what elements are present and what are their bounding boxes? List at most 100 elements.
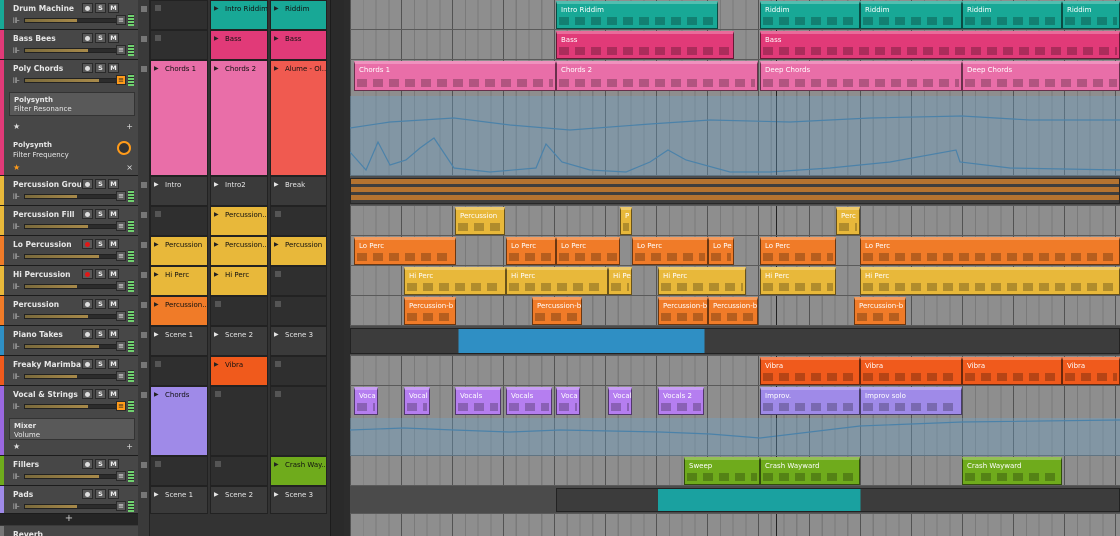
mute-button[interactable]: M [108, 489, 119, 499]
play-icon[interactable]: ▶ [154, 65, 159, 72]
poly-modulator-panel[interactable]: Polysynth Filter Resonance [9, 92, 135, 116]
arranger-timeline[interactable]: Intro Riddim Riddim Riddim Riddim Riddim Bass… [350, 0, 1120, 536]
stop-button[interactable] [141, 242, 147, 248]
solo-button[interactable]: S [95, 389, 106, 399]
play-icon[interactable]: ▶ [274, 461, 279, 468]
track-menu-button[interactable]: ≡ [116, 281, 126, 291]
empty-slot[interactable] [150, 30, 208, 60]
play-icon[interactable]: ▶ [214, 35, 219, 42]
solo-button[interactable]: S [95, 63, 106, 73]
track-menu-button[interactable]: ≡ [116, 501, 126, 511]
star-icon[interactable]: ★ [13, 122, 20, 131]
arranger-clip[interactable]: Vocal [608, 387, 632, 415]
arranger-clip[interactable]: Lo Pe [708, 237, 734, 265]
arranger-clip[interactable]: Deep Chords [760, 61, 962, 91]
arranger-clip[interactable]: Riddim [860, 1, 962, 29]
track-menu-button[interactable]: ≡ [116, 471, 126, 481]
track-header[interactable]: Percussion S M ⊪ ≡ [0, 296, 138, 326]
track-menu-button[interactable]: ≡ [116, 191, 126, 201]
play-icon[interactable]: ▶ [274, 241, 279, 248]
empty-slot[interactable] [210, 296, 268, 326]
arranger-clip[interactable]: Percussion-b [708, 297, 758, 325]
track-menu-button[interactable]: ≡ [116, 75, 126, 85]
track-menu-button[interactable]: ≡ [116, 401, 126, 411]
mute-button[interactable]: M [108, 269, 119, 279]
mute-button[interactable]: M [108, 239, 119, 249]
arranger-clip[interactable]: Chords 2 [556, 61, 758, 91]
track-menu-button[interactable]: ≡ [116, 371, 126, 381]
play-icon[interactable]: ▶ [214, 241, 219, 248]
close-icon[interactable]: × [126, 163, 133, 172]
record-arm-button[interactable] [82, 63, 93, 73]
mute-button[interactable]: M [108, 209, 119, 219]
scene-slot[interactable]: ▶ Break [270, 176, 327, 206]
mute-button[interactable]: M [108, 179, 119, 189]
arranger-clip[interactable]: Percussion-b [532, 297, 582, 325]
star-icon[interactable]: ★ [13, 442, 20, 451]
empty-slot[interactable] [270, 386, 327, 456]
track-name[interactable]: Drum Machine [13, 4, 81, 13]
arranger-clip[interactable]: Hi Perc [860, 267, 1120, 295]
arranger-clip[interactable]: Vocals [455, 387, 501, 415]
scene-slot[interactable]: ▶ Scene 2 [210, 486, 268, 514]
track-header[interactable]: Lo Percussion S M ⊪ ≡ [0, 236, 138, 266]
stop-button[interactable] [141, 392, 147, 398]
record-arm-button[interactable] [82, 3, 93, 13]
scene-slot[interactable]: ▶ Intro [150, 176, 208, 206]
launcher-clip[interactable]: ▶ Bass [270, 30, 327, 60]
scene-slot[interactable]: ▶ Scene 1 [150, 326, 208, 356]
stop-button[interactable] [141, 462, 147, 468]
stop-button[interactable] [141, 36, 147, 42]
record-arm-button[interactable] [82, 33, 93, 43]
volume-fader[interactable] [24, 374, 120, 379]
play-icon[interactable]: ▶ [154, 331, 159, 338]
stop-button[interactable] [141, 182, 147, 188]
track-name[interactable]: Fillers [13, 460, 81, 469]
solo-button[interactable]: S [95, 239, 106, 249]
arranger-clip[interactable]: Improv solo [860, 387, 962, 415]
launcher-clip[interactable]: ▶ Riddim [270, 0, 327, 30]
arranger-clip[interactable]: Improv. [760, 387, 860, 415]
arranger-clip[interactable]: Vibra [860, 357, 962, 385]
launcher-clip[interactable]: ▶ Percussion... [210, 236, 268, 266]
arranger-clip[interactable]: Vocals [506, 387, 552, 415]
volume-fader[interactable] [24, 504, 120, 509]
plus-icon[interactable]: + [126, 122, 133, 131]
mute-button[interactable]: M [108, 299, 119, 309]
track-menu-button[interactable]: ≡ [116, 311, 126, 321]
solo-button[interactable]: S [95, 299, 106, 309]
record-arm-button[interactable] [82, 299, 93, 309]
scene-slot[interactable]: ▶ Scene 1 [150, 486, 208, 514]
mute-button[interactable]: M [108, 3, 119, 13]
track-menu-button[interactable]: ≡ [116, 221, 126, 231]
arranger-clip[interactable]: Chords 1 [354, 61, 556, 91]
track-name[interactable]: Bass Bees [13, 34, 81, 43]
track-header[interactable]: Reverb [0, 526, 138, 536]
poly-macro-panel[interactable]: Polysynth Filter Frequency [9, 141, 135, 163]
arranger-clip[interactable]: Vocals 2 [658, 387, 704, 415]
launcher-clip[interactable]: ▶ Chords 2 [210, 60, 268, 176]
solo-button[interactable]: S [95, 3, 106, 13]
arranger-clip[interactable]: Riddim [760, 1, 860, 29]
arranger-clip[interactable]: Hi Perc [658, 267, 746, 295]
stop-button[interactable] [141, 362, 147, 368]
play-icon[interactable]: ▶ [154, 391, 159, 398]
arranger-clip[interactable]: Voca [556, 387, 580, 415]
record-arm-button[interactable] [82, 489, 93, 499]
arranger-clip[interactable]: Crash Wayward [962, 457, 1062, 485]
empty-slot[interactable] [270, 296, 327, 326]
track-header[interactable]: Drum Machine S M ⊪ ≡ [0, 0, 138, 30]
play-icon[interactable]: ▶ [274, 5, 279, 12]
track-name[interactable]: Percussion Fill [13, 210, 81, 219]
arranger-clip[interactable]: Percussion-b [854, 297, 906, 325]
empty-slot[interactable] [270, 356, 327, 386]
empty-slot[interactable] [270, 206, 327, 236]
track-header[interactable]: Percussion Group S M ⊪ ≡ [0, 176, 138, 206]
track-menu-button[interactable]: ≡ [116, 251, 126, 261]
empty-slot[interactable] [210, 456, 268, 486]
arranger-clip[interactable]: Lo Perc [506, 237, 556, 265]
track-header[interactable]: Hi Percussion S M ⊪ ≡ [0, 266, 138, 296]
launcher-clip[interactable]: ▶ Chords [150, 386, 208, 456]
empty-slot[interactable] [210, 386, 268, 456]
stop-button[interactable] [141, 302, 147, 308]
